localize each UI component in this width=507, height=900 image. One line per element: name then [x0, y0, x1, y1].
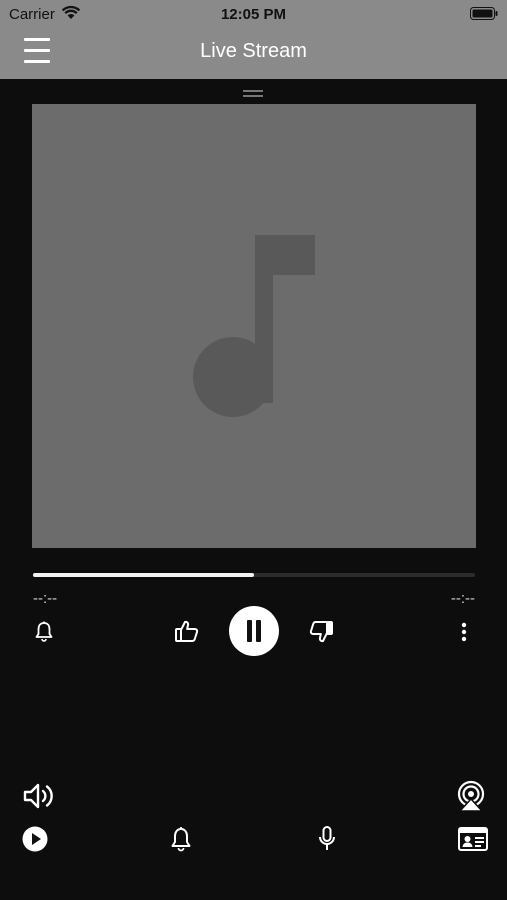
progress-bar[interactable]	[33, 573, 475, 577]
remaining-time: --:--	[450, 590, 475, 607]
volume-icon[interactable]	[23, 781, 55, 811]
music-note-icon	[193, 235, 315, 417]
navigation-bar: Live Stream	[0, 26, 507, 79]
more-options-icon[interactable]	[458, 621, 470, 643]
pause-icon-bar	[256, 620, 261, 642]
page-title: Live Stream	[200, 40, 307, 62]
contact-card-icon[interactable]	[458, 827, 488, 851]
airplay-icon[interactable]	[455, 780, 487, 812]
elapsed-time: --:--	[33, 590, 58, 607]
status-time: 12:05 PM	[220, 6, 287, 23]
thumbs-up-icon[interactable]	[174, 619, 200, 643]
status-bar: Carrier 12:05 PM	[0, 0, 507, 26]
album-artwork	[32, 104, 476, 548]
play-icon[interactable]	[22, 826, 48, 852]
alarm-bell-icon[interactable]	[33, 620, 55, 642]
pause-icon-bar	[247, 620, 252, 642]
microphone-icon[interactable]	[317, 826, 337, 852]
progress-fill	[33, 573, 254, 577]
battery-icon	[470, 7, 498, 20]
pause-button[interactable]	[229, 606, 279, 656]
bell-icon[interactable]	[169, 826, 193, 852]
thumbs-down-icon[interactable]	[308, 620, 334, 644]
drag-handle-icon[interactable]	[243, 90, 263, 98]
